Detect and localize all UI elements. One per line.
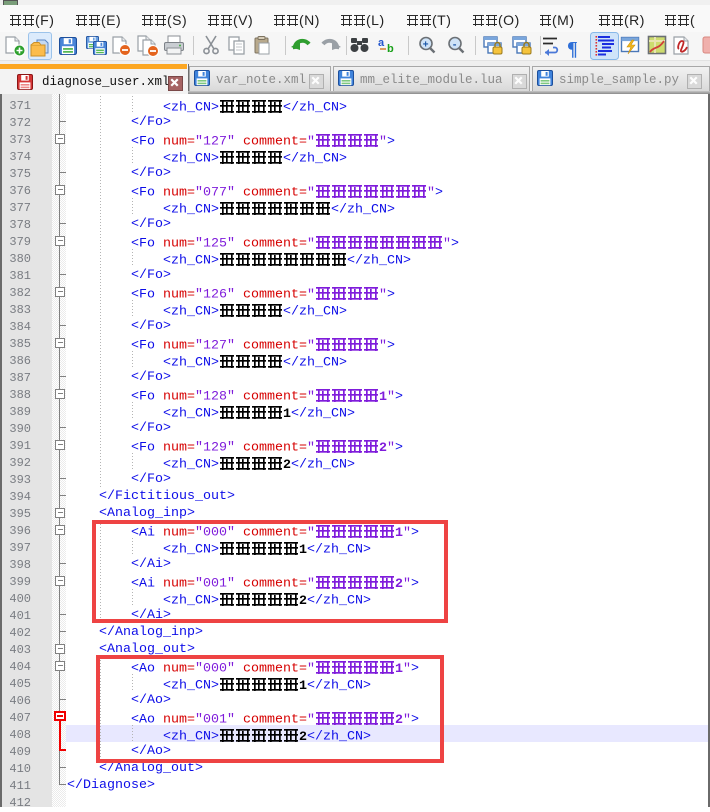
svg-text:¶: ¶ <box>567 38 578 60</box>
svg-text:-: - <box>452 41 458 52</box>
svg-text:a: a <box>378 37 385 49</box>
svg-text:+: + <box>423 41 429 52</box>
svg-text:b: b <box>387 43 394 55</box>
